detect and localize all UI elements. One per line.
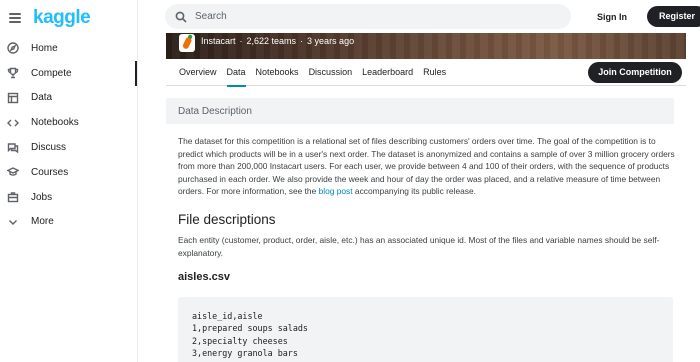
- aisles-heading: aisles.csv: [178, 271, 230, 284]
- competition-age: 3 years ago: [307, 36, 355, 46]
- search-bar[interactable]: [165, 4, 571, 29]
- code-line: 1,prepared soups salads: [192, 323, 308, 334]
- sidebar-item-label: Notebooks: [31, 117, 79, 129]
- tab-discussion[interactable]: Discussion: [304, 59, 358, 86]
- tab-rules[interactable]: Rules: [418, 59, 451, 86]
- table-icon: [7, 92, 19, 104]
- sidebar-nav: Home Compete Data Notebooks Discuss Cour…: [0, 36, 137, 234]
- trophy-icon: [7, 67, 19, 79]
- sidebar-item-notebooks[interactable]: Notebooks: [0, 110, 137, 135]
- sidebar-header: kaggle: [0, 0, 137, 36]
- search-input[interactable]: [195, 11, 555, 22]
- school-icon: [7, 166, 19, 178]
- tab-data[interactable]: Data: [222, 59, 251, 87]
- sidebar-item-label: More: [31, 216, 54, 228]
- register-button[interactable]: Register: [647, 6, 700, 27]
- compass-icon: [7, 42, 19, 55]
- data-description: The dataset for this competition is a re…: [178, 135, 678, 290]
- sidebar-item-jobs[interactable]: Jobs: [0, 185, 137, 210]
- description-paragraph: The dataset for this competition is a re…: [178, 136, 675, 197]
- sign-in-button[interactable]: Sign In: [589, 8, 635, 26]
- carrot-icon: [179, 34, 195, 52]
- tab-overview[interactable]: Overview: [166, 59, 222, 86]
- sidebar-item-home[interactable]: Home: [0, 36, 137, 61]
- file-descriptions-text: Each entity (customer, product, order, a…: [178, 234, 660, 258]
- comments-icon: [7, 142, 19, 154]
- tab-leaderboard[interactable]: Leaderboard: [357, 59, 418, 86]
- search-icon: [175, 11, 187, 23]
- competition-host[interactable]: Instacart: [201, 36, 236, 46]
- competition-meta: Instacart · 2,622 teams · 3 years ago: [201, 36, 355, 46]
- kaggle-logo[interactable]: kaggle: [33, 7, 91, 29]
- file-descriptions-heading: File descriptions: [178, 211, 276, 227]
- menu-icon[interactable]: [9, 13, 21, 23]
- tab-notebooks[interactable]: Notebooks: [251, 59, 304, 86]
- sidebar-item-courses[interactable]: Courses: [0, 160, 137, 185]
- sidebar-item-label: Data: [31, 92, 53, 104]
- sidebar-item-label: Courses: [31, 166, 69, 178]
- briefcase-icon: [7, 191, 19, 203]
- sidebar-item-label: Jobs: [31, 191, 53, 203]
- aisles-code-block: aisle_id,aisle 1,prepared soups salads 2,s…: [178, 297, 673, 362]
- competition-banner: Instacart · 2,622 teams · 3 years ago: [166, 33, 686, 59]
- code-line: aisle_id,aisle: [192, 311, 263, 321]
- blog-post-link[interactable]: blog post: [319, 186, 353, 196]
- sidebar: kaggle Home Compete Data Notebooks Discu…: [0, 0, 138, 362]
- sidebar-item-discuss[interactable]: Discuss: [0, 135, 137, 160]
- sidebar-item-label: Home: [31, 42, 58, 54]
- sidebar-item-data[interactable]: Data: [0, 86, 137, 111]
- team-count: 2,622 teams: [246, 36, 297, 46]
- competition-tabs: Overview Data Notebooks Discussion Leade…: [166, 59, 686, 87]
- join-competition-button[interactable]: Join Competition: [588, 62, 682, 83]
- code-line: 2,specialty cheeses: [192, 335, 288, 346]
- sidebar-item-label: Compete: [31, 67, 72, 79]
- code-icon: [7, 117, 19, 129]
- code-line: 3,energy granola bars: [192, 347, 298, 358]
- sidebar-item-compete[interactable]: Compete: [0, 60, 137, 86]
- chevron-down-icon: [7, 216, 19, 228]
- sidebar-item-more[interactable]: More: [0, 210, 137, 235]
- sidebar-item-label: Discuss: [31, 142, 67, 154]
- section-title: Data Description: [166, 98, 674, 124]
